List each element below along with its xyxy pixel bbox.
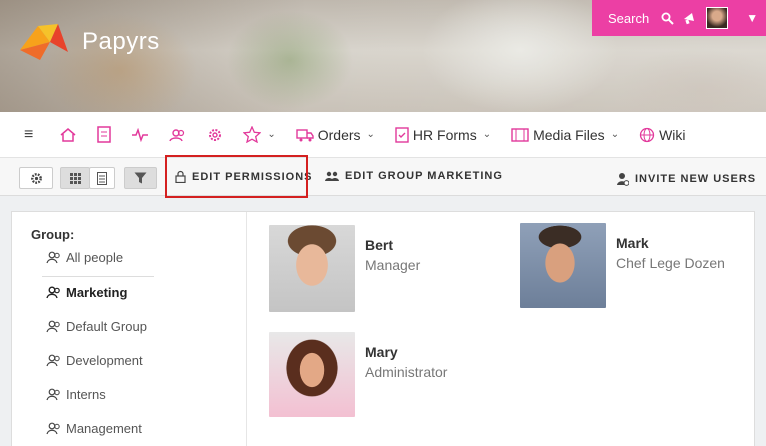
- nav-hr-forms-label: HR Forms: [412, 126, 477, 143]
- person-name[interactable]: Mary: [365, 344, 447, 360]
- person-card[interactable]: Bert Manager: [269, 225, 420, 312]
- group-item-label: Default Group: [66, 319, 147, 334]
- people-icon[interactable]: [169, 128, 187, 142]
- people-icon: [46, 251, 60, 264]
- group-item-label: All people: [66, 250, 124, 265]
- nav-wiki[interactable]: Wiki: [639, 126, 686, 143]
- list-document-icon: [97, 171, 107, 185]
- invite-new-users-button[interactable]: INVITE NEW USERS: [617, 172, 756, 186]
- nav-media-files[interactable]: Media Files ⌄: [511, 127, 619, 143]
- avatar[interactable]: [269, 225, 355, 312]
- document-icon[interactable]: [97, 126, 112, 143]
- top-search-bar[interactable]: Search ▼: [592, 0, 766, 36]
- clipboard-check-icon: [395, 127, 409, 143]
- list-view-button[interactable]: [89, 167, 115, 189]
- group-item-marketing[interactable]: Marketing: [46, 285, 127, 300]
- person-card[interactable]: Mark Chef Lege Dozen: [520, 223, 725, 308]
- group-item-interns[interactable]: Interns: [46, 387, 106, 402]
- gear-icon[interactable]: [207, 127, 223, 143]
- chevron-down-icon: ⌄: [366, 129, 375, 140]
- nav-orders-label: Orders: [317, 126, 361, 143]
- gear-icon: [30, 172, 42, 184]
- add-user-icon: [617, 173, 629, 186]
- header-banner: Papyrs Search ▼: [0, 0, 766, 112]
- person-card[interactable]: Mary Administrator: [269, 332, 447, 417]
- group-item-all-people[interactable]: All people: [46, 250, 123, 265]
- search-icon[interactable]: [661, 12, 674, 25]
- group-item-default-group[interactable]: Default Group: [46, 319, 147, 334]
- app-name: Papyrs: [82, 28, 160, 55]
- chevron-down-icon: ⌄: [482, 129, 492, 140]
- edit-group-label: EDIT GROUP MARKETING: [345, 170, 503, 182]
- group-item-label: Marketing: [66, 285, 128, 300]
- chevron-down-icon: ⌄: [610, 129, 620, 140]
- search-label[interactable]: Search: [608, 11, 649, 26]
- truck-icon: [296, 128, 314, 141]
- people-icon: [46, 320, 60, 333]
- person-name[interactable]: Mark: [616, 235, 725, 251]
- hamburger-menu-icon[interactable]: ≡: [24, 126, 33, 144]
- nav-orders[interactable]: Orders ⌄: [296, 127, 375, 143]
- film-icon: [511, 127, 529, 142]
- group-item-label: Management: [66, 421, 142, 436]
- chevron-down-icon[interactable]: ⌄: [267, 129, 275, 140]
- person-name[interactable]: Bert: [365, 237, 420, 253]
- megaphone-icon[interactable]: [682, 10, 698, 26]
- home-icon[interactable]: [59, 127, 77, 143]
- globe-icon: [639, 127, 655, 142]
- nav-media-files-label: Media Files: [533, 126, 605, 143]
- user-menu-chevron-down-icon[interactable]: ▼: [746, 11, 758, 25]
- group-icon: [325, 171, 339, 181]
- person-role: Manager: [365, 257, 421, 273]
- group-sidebar: Group: All people Marketing Default Grou…: [12, 212, 247, 446]
- papyrs-logo-icon: [20, 24, 68, 60]
- nav-wiki-label: Wiki: [659, 126, 686, 143]
- avatar[interactable]: [520, 223, 606, 308]
- main-nav: ≡ ⌄ Orders ⌄ HR Forms ⌄ Media Files ⌄ Wi…: [0, 112, 766, 158]
- avatar[interactable]: [269, 332, 355, 417]
- group-title: Group:: [31, 227, 75, 242]
- activity-pulse-icon[interactable]: [131, 127, 149, 142]
- app-logo[interactable]: Papyrs: [18, 22, 160, 62]
- group-item-management[interactable]: Management: [46, 421, 142, 436]
- grid-icon: [69, 172, 81, 184]
- favorites-star-icon[interactable]: ⌄: [243, 126, 276, 143]
- filter-button[interactable]: [124, 167, 157, 189]
- invite-new-users-label: INVITE NEW USERS: [635, 173, 757, 185]
- grid-view-button[interactable]: [60, 167, 90, 189]
- people-icon: [46, 354, 60, 367]
- divider: [42, 276, 154, 277]
- settings-button[interactable]: [19, 167, 53, 189]
- group-item-development[interactable]: Development: [46, 353, 143, 368]
- highlight-box: [165, 155, 308, 198]
- group-item-label: Development: [66, 353, 143, 368]
- people-icon: [46, 286, 60, 299]
- user-avatar[interactable]: [706, 7, 729, 29]
- person-role: Chef Lege Dozen: [616, 255, 725, 271]
- filter-funnel-icon: [134, 172, 147, 184]
- person-role: Administrator: [365, 364, 448, 380]
- group-item-label: Interns: [66, 387, 106, 402]
- edit-group-button[interactable]: EDIT GROUP MARKETING: [325, 170, 503, 182]
- people-icon: [46, 388, 60, 401]
- nav-hr-forms[interactable]: HR Forms ⌄: [395, 126, 491, 143]
- content-panel: Group: All people Marketing Default Grou…: [11, 211, 755, 446]
- people-icon: [46, 422, 60, 435]
